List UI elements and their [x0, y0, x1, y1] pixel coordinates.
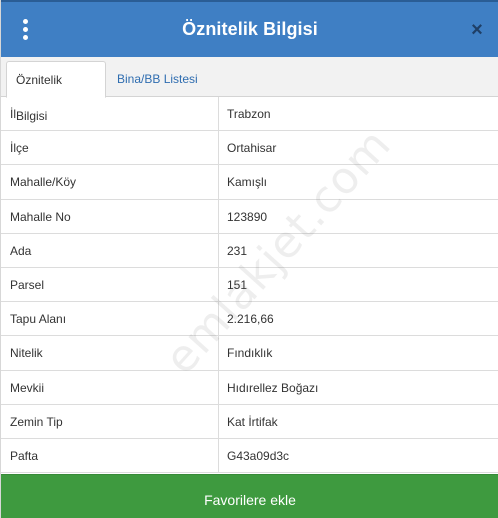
row-key: Mahalle No — [10, 209, 71, 224]
close-icon[interactable]: × — [468, 20, 486, 40]
row-value: 231 — [227, 243, 248, 258]
column-divider — [218, 336, 219, 370]
column-divider — [218, 233, 219, 267]
table-row: Mevkii Hıdırellez Boğazı — [1, 370, 498, 405]
panel-title: Öznitelik Bilgisi — [182, 19, 318, 39]
column-divider — [218, 199, 219, 233]
table-row: Mahalle/Köy Kamışlı — [1, 165, 498, 200]
row-key: Parsel — [10, 277, 45, 292]
row-value: Kamışlı — [227, 175, 268, 190]
row-key: Ada — [10, 243, 32, 258]
column-divider — [218, 131, 219, 165]
tab-bar: Öznitelik Bilgisi Bina/BB Listesi — [1, 57, 498, 123]
row-value: G43a09d3c — [227, 448, 290, 463]
column-divider — [218, 370, 219, 404]
add-to-favorites-button[interactable]: Favorilere ekle — [1, 474, 498, 518]
column-divider — [218, 267, 219, 302]
row-key: Mahalle/Köy — [10, 175, 77, 190]
column-divider — [218, 302, 219, 336]
row-value: Ortahisar — [227, 141, 277, 156]
attribute-table: İl Trabzon İlçe Ortahisar Mahalle/Köy Kamışlı… — [1, 97, 498, 474]
title-bar: Öznitelik Bilgisi × — [1, 0, 498, 57]
table-row: Parsel 151 — [1, 267, 498, 303]
tab-building-list[interactable]: Bina/BB Listesi — [108, 61, 207, 98]
row-key: Nitelik — [10, 346, 43, 361]
table-row: İl Trabzon — [1, 97, 498, 132]
row-value: 123890 — [227, 209, 268, 224]
table-row: Nitelik Fındıklık — [1, 336, 498, 371]
row-key: Mevkii — [10, 380, 45, 395]
table-row: Pafta G43a09d3c — [1, 438, 498, 474]
table-row: Ada 231 — [1, 233, 498, 268]
column-divider — [218, 165, 219, 199]
table-row: İlçe Ortahisar — [1, 131, 498, 166]
row-value: Fındıklık — [227, 346, 273, 361]
row-key: Pafta — [10, 448, 39, 463]
row-key: Tapu Alanı — [10, 312, 67, 327]
column-divider — [218, 97, 219, 131]
table-row: Mahalle No 123890 — [1, 199, 498, 234]
row-key: Zemin Tip — [10, 414, 63, 429]
row-value: Kat İrtifak — [227, 414, 278, 429]
row-value: Hıdırellez Boğazı — [227, 380, 319, 395]
row-value: 2.216,66 — [227, 312, 274, 327]
attribute-info-panel: Öznitelik Bilgisi × Öznitelik Bilgisi Bi… — [0, 0, 498, 518]
table-row: Zemin Tip Kat İrtifak — [1, 404, 498, 439]
tab-attribute-info[interactable]: Öznitelik Bilgisi — [6, 61, 106, 123]
row-key: İlçe — [10, 141, 29, 156]
column-divider — [218, 438, 219, 473]
row-value: Trabzon — [227, 107, 271, 121]
row-key: İl — [10, 107, 16, 121]
table-row: Tapu Alanı 2.216,66 — [1, 302, 498, 337]
column-divider — [218, 404, 219, 438]
row-value: 151 — [227, 277, 248, 292]
